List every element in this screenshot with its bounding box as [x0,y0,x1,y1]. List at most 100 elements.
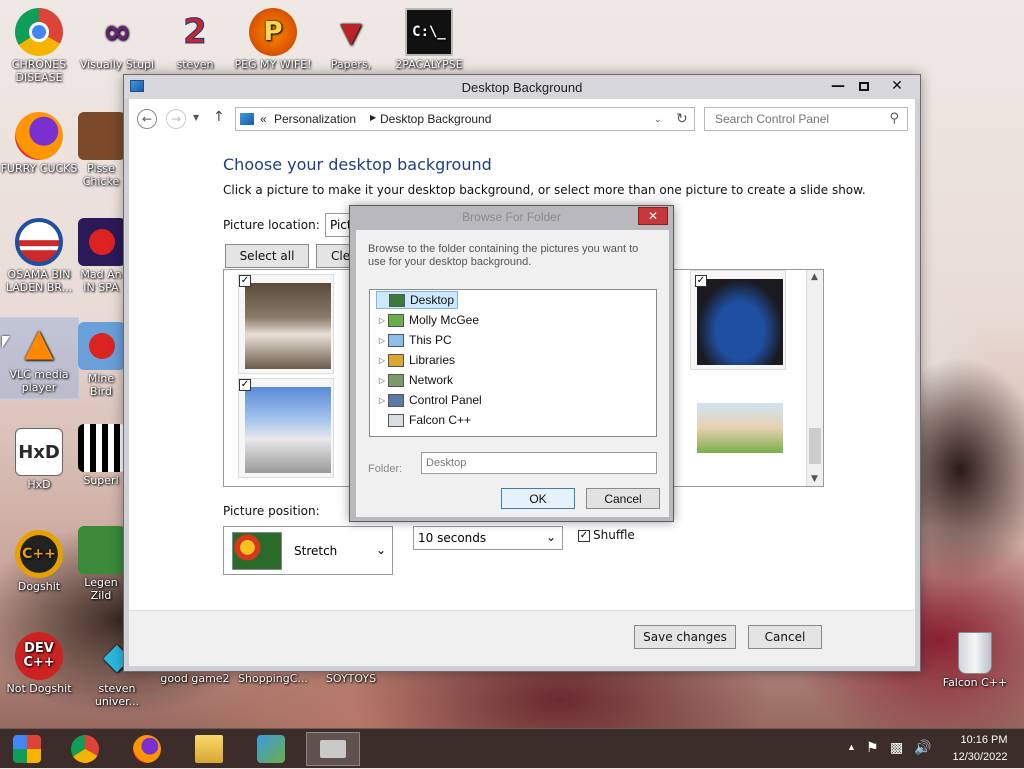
breadcrumb-desktop-background[interactable]: Desktop Background [380,112,491,126]
tree-item-desktop[interactable]: Desktop [376,291,459,309]
address-bar[interactable]: « Personalization ▶ Desktop Background ⌄… [235,107,695,131]
scroll-down-icon[interactable]: ▼ [811,474,818,484]
picture-position-select[interactable]: Stretch ⌄ [223,526,393,575]
picture-thumb[interactable]: ✓ [238,378,334,478]
desktop-icon-visual-studio[interactable]: ∞ Visually Stupi [78,8,156,72]
desktop-icon-vlc[interactable]: ▲ VLC media player [0,317,79,399]
dialog-body: Browse to the folder containing the pict… [356,230,669,517]
tree-item-libraries[interactable]: ▷ Libraries [376,351,455,369]
window-titlebar[interactable]: Desktop Background — ✕ [124,75,920,99]
picture-position-value: Stretch [294,544,338,558]
folder-icon [195,735,223,763]
desktop-icon-steven[interactable]: 2 steven [156,8,234,71]
desktop-icon-superl[interactable]: Superl [78,424,124,487]
desktop-icon-papers[interactable]: ▼ Papers, [312,8,390,71]
select-all-button[interactable]: Select all [225,244,309,268]
desktop-icon-legend[interactable]: Legen Zild [78,526,124,602]
window-title: Desktop Background [461,80,583,95]
taskbar-network-app[interactable] [244,732,298,766]
taskbar-firefox[interactable] [120,732,174,766]
tree-item-label: Desktop [410,293,455,307]
slideshow-interval-select[interactable]: 10 seconds ⌄ [413,526,563,550]
taskbar-control-panel[interactable] [306,732,360,766]
desktop-icon-osama[interactable]: OSAMA BIN LADEN BR... [0,218,78,294]
folder-field[interactable]: Desktop [421,452,657,474]
desktop-icon-peg[interactable]: P PEG MY WIFE! [234,8,312,71]
desktop-icon-shopping[interactable]: ShoppingC... [234,672,312,685]
mouse-cursor [2,336,10,348]
recycle-bin-icon [388,413,404,427]
desktop-icon-furry-cucks[interactable]: FURRY CUCKS [0,112,78,175]
start-button[interactable] [0,732,54,766]
picture-checkbox[interactable]: ✓ [239,379,251,391]
dialog-close-button[interactable]: ✕ [638,207,668,225]
desktop-icon-soytoys[interactable]: SOYTOYS [312,672,390,685]
minimize-button[interactable]: — [825,76,851,96]
desktop-icon-mad-an[interactable]: Mad An IN SPA [78,218,124,294]
chrome-icon [71,735,99,763]
desktop-icon-hxd[interactable]: HxD HxD [0,428,78,491]
expand-icon[interactable]: ▷ [376,316,388,325]
picture-checkbox[interactable]: ✓ [239,275,251,287]
taskbar-file-explorer[interactable] [182,732,236,766]
volume-icon[interactable]: 🔊 [914,739,931,756]
shuffle-option[interactable]: ✓ Shuffle [578,528,635,542]
desktop-icon-label: steven univer... [94,682,140,708]
desktop-icon-mine-bird[interactable]: Mine Bird [78,322,124,398]
picture-checkbox[interactable]: ✓ [695,275,707,287]
desktop-icon-good-game2[interactable]: good game2 [156,672,234,685]
clock-date[interactable]: 12/30/2022 [944,751,1016,763]
back-button[interactable]: ← [137,109,157,129]
desktop-icon-dogshit[interactable]: C++ Dogshit [0,530,78,593]
refresh-icon[interactable]: ↻ [676,110,688,127]
desktop-icon-2pacalypse[interactable]: C:\_ 2PACALYPSE [390,8,468,71]
shuffle-checkbox[interactable]: ✓ [578,529,590,542]
tree-item-this-pc[interactable]: ▷ This PC [376,331,452,349]
cancel-button[interactable]: Cancel [748,625,822,649]
search-icon[interactable]: ⚲ [889,111,899,126]
picture-thumb[interactable]: ✓ [690,270,786,370]
breadcrumb-personalization[interactable]: Personalization [274,112,356,126]
maximize-button[interactable] [851,76,877,96]
flag-icon[interactable]: ⚑ [866,739,879,756]
search-box[interactable]: ⚲ [704,107,908,131]
close-button[interactable]: ✕ [884,76,910,96]
scroll-thumb[interactable] [809,428,821,464]
clear-all-button[interactable]: Clea [316,244,357,268]
save-changes-button[interactable]: Save changes [634,625,736,649]
gallery-scrollbar[interactable]: ▲ ▼ [806,270,823,486]
recent-pages-dropdown-icon[interactable]: ▼ [193,113,199,122]
desktop-icon-falcon-cpp[interactable]: Falcon C++ [936,632,1014,689]
page-heading: Choose your desktop background [223,155,492,174]
expand-icon[interactable]: ▷ [376,336,388,345]
expand-icon[interactable]: ▷ [376,396,388,405]
expand-icon[interactable]: ▷ [376,376,388,385]
scroll-up-icon[interactable]: ▲ [811,272,818,282]
desktop-icon-pisse-chicke[interactable]: Pisse Chicke [78,112,124,188]
show-hidden-icons-icon[interactable]: ▲ [847,742,856,752]
up-button[interactable]: ↑ [213,109,225,125]
tree-item-falcon-cpp[interactable]: Falcon C++ [376,411,471,429]
dialog-title: Browse For Folder [462,210,561,224]
picture-thumb[interactable]: ✓ [238,274,334,374]
tree-item-molly-mcgee[interactable]: ▷ Molly McGee [376,311,479,329]
tree-item-control-panel[interactable]: ▷ Control Panel [376,391,482,409]
ok-button[interactable]: OK [501,488,575,509]
desktop-icon-label: Mad An IN SPA [80,268,122,294]
page-subline: Click a picture to make it your desktop … [223,183,866,197]
taskbar-chrome[interactable] [58,732,112,766]
desktop-icon-not-dogshit[interactable]: DEV C++ Not Dogshit [0,632,78,695]
picture-thumb[interactable] [690,382,786,482]
forward-button[interactable]: → [166,109,186,129]
dialog-cancel-button[interactable]: Cancel [586,488,660,509]
search-input[interactable] [713,109,883,129]
desktop-icon-label: 2PACALYPSE [395,58,463,71]
desktop-icon-label: Mine Bird [87,372,115,398]
folder-tree[interactable]: Desktop ▷ Molly McGee ▷ This PC ▷ Librar… [369,289,657,437]
address-dropdown-icon[interactable]: ⌄ [654,114,662,125]
clock-time[interactable]: 10:16 PM [954,734,1014,746]
expand-icon[interactable]: ▷ [376,356,388,365]
desktop-icon-chrones[interactable]: CHRONES DISEASE [0,8,78,84]
network-tray-icon[interactable]: ▩ [890,739,903,756]
tree-item-network[interactable]: ▷ Network [376,371,453,389]
